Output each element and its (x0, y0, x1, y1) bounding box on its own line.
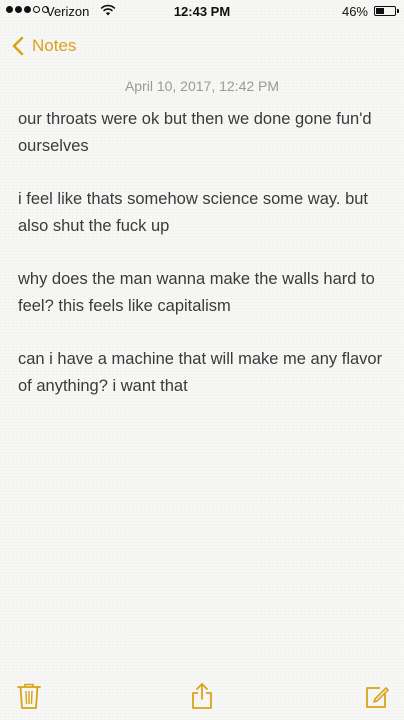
battery-fill (376, 8, 384, 14)
note-paragraph: can i have a machine that will make me a… (18, 350, 383, 395)
trash-button[interactable] (16, 682, 42, 710)
note-paragraph: why does the man wanna make the walls ha… (18, 270, 375, 315)
share-button[interactable] (189, 682, 215, 710)
battery-percent: 46% (341, 4, 368, 19)
back-button-label: Notes (32, 36, 77, 55)
chevron-left-icon (12, 36, 24, 56)
trash-icon (17, 683, 41, 709)
battery-tip (397, 9, 399, 13)
note-body[interactable]: our throats were ok but then we done gon… (18, 106, 386, 426)
compose-button[interactable] (364, 682, 390, 710)
battery-icon (374, 6, 396, 16)
note-date: April 10, 2017, 12:42 PM (124, 78, 280, 94)
note-paragraph: our throats were ok but then we done gon… (18, 110, 372, 155)
share-icon (192, 683, 212, 709)
note-paragraph: i feel like thats somehow science some w… (18, 190, 369, 235)
status-bar: Verizon 12:43 PM 46% (0, 0, 404, 22)
compose-icon (366, 687, 389, 708)
back-button[interactable]: Notes (8, 30, 76, 62)
bottom-toolbar (0, 664, 404, 720)
